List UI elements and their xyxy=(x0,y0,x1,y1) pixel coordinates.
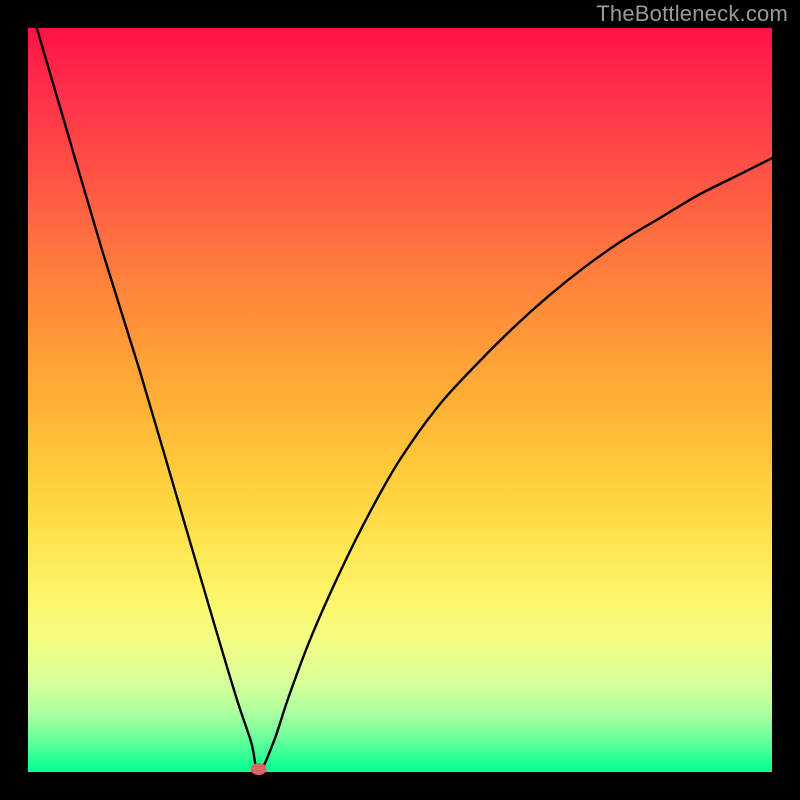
watermark-text: TheBottleneck.com xyxy=(596,1,788,27)
curve-svg xyxy=(28,28,772,772)
chart-container: TheBottleneck.com xyxy=(0,0,800,800)
optimal-point-marker xyxy=(251,763,267,775)
plot-area xyxy=(28,28,772,772)
bottleneck-curve xyxy=(28,0,772,772)
